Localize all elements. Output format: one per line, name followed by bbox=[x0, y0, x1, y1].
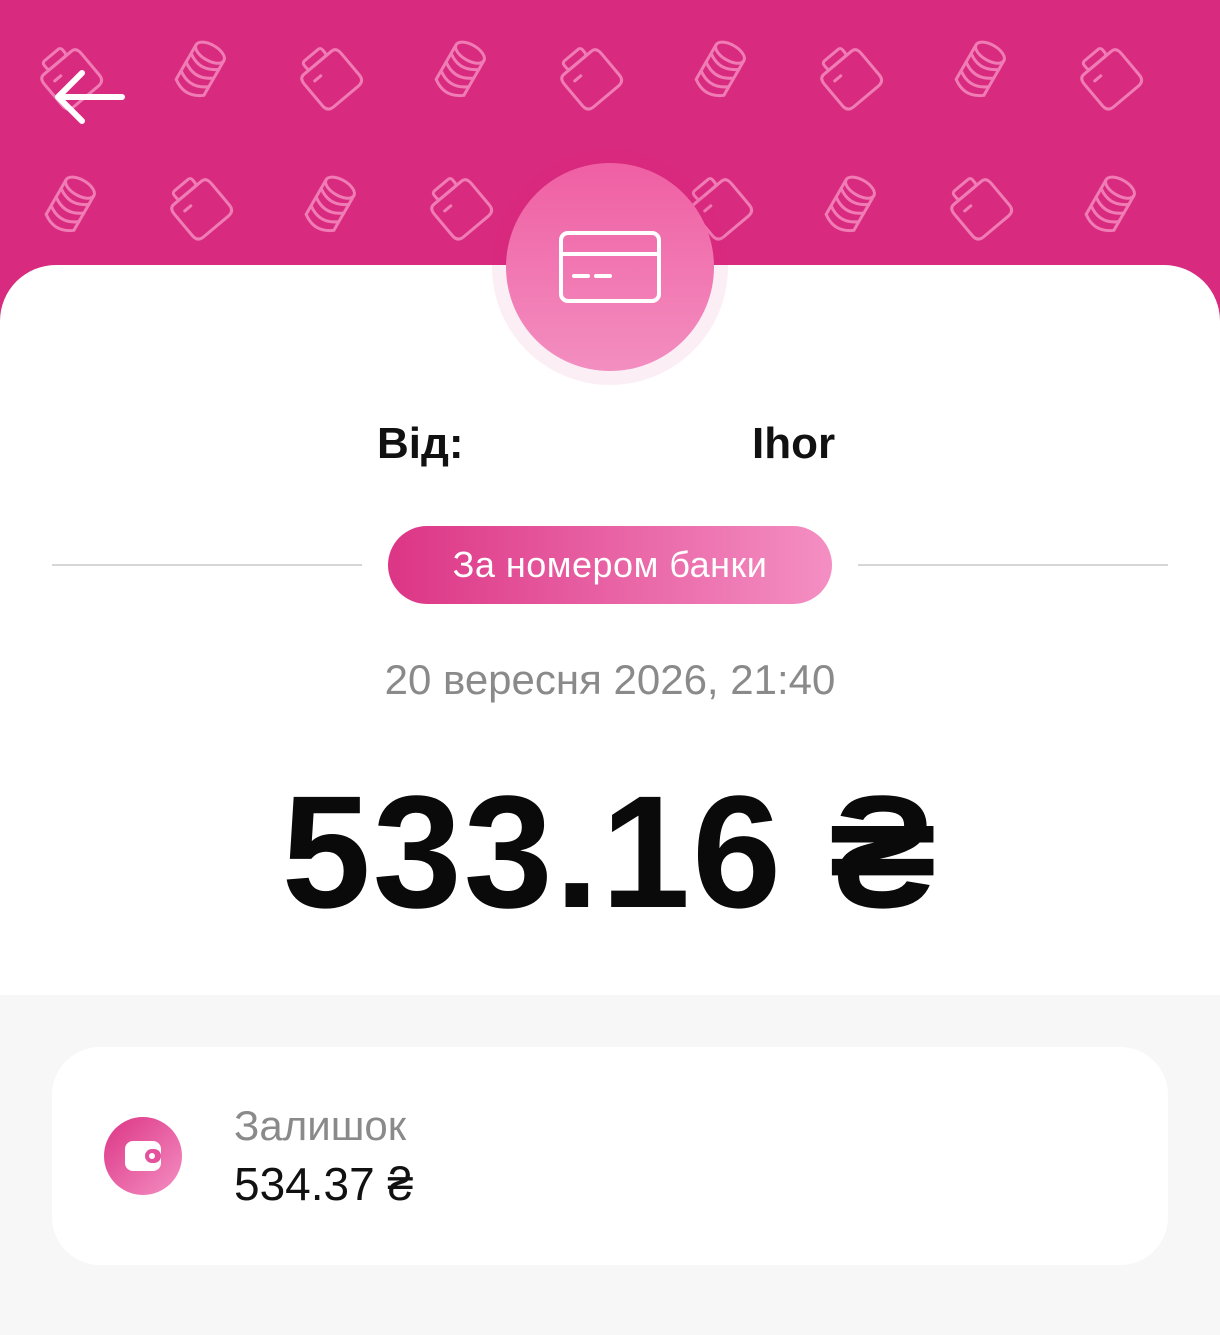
transfer-method-badge: За номером банки bbox=[388, 526, 832, 604]
sender-row: Від: Ihor bbox=[0, 412, 1220, 476]
balance-card: Залишок 534.37 ₴ bbox=[52, 1047, 1168, 1265]
balance-value: 534.37 ₴ bbox=[234, 1158, 414, 1210]
back-button[interactable] bbox=[40, 52, 140, 142]
transaction-type-avatar bbox=[506, 163, 714, 371]
wallet-icon bbox=[104, 1117, 182, 1195]
divider-right bbox=[858, 564, 1168, 566]
sender-name: Ihor bbox=[752, 419, 836, 468]
credit-card-icon bbox=[559, 231, 661, 303]
transaction-datetime: 20 вересня 2026, 21:40 bbox=[384, 656, 836, 703]
balance-label: Залишок bbox=[234, 1102, 407, 1149]
divider-left bbox=[52, 564, 362, 566]
sender-label: Від: bbox=[377, 419, 464, 468]
arrow-left-icon bbox=[55, 70, 125, 124]
transaction-amount: 533.16 ₴ bbox=[281, 762, 939, 941]
